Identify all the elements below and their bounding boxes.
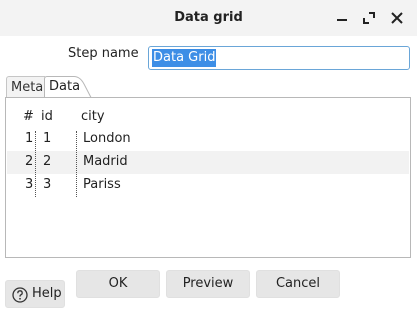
step-name-label: Step name xyxy=(68,46,139,61)
cell-city[interactable]: Madrid xyxy=(83,154,128,169)
column-header-num[interactable]: # xyxy=(23,109,34,124)
help-label: Help xyxy=(32,286,62,301)
help-icon xyxy=(12,287,28,313)
preview-button[interactable]: Preview xyxy=(166,270,250,298)
cell-id[interactable]: 2 xyxy=(43,154,51,169)
data-grid-panel: # id city 1 1 London 2 2 Madrid 3 3 Pari… xyxy=(5,97,411,258)
row-number: 3 xyxy=(25,177,34,192)
table-row[interactable]: 2 2 Madrid xyxy=(7,151,409,174)
maximize-icon[interactable] xyxy=(361,10,377,26)
title-bar: Data grid xyxy=(0,0,417,36)
cancel-button[interactable]: Cancel xyxy=(256,270,340,298)
window-title: Data grid xyxy=(174,10,243,25)
close-icon[interactable] xyxy=(389,10,405,26)
cell-id[interactable]: 3 xyxy=(43,177,51,192)
cell-id[interactable]: 1 xyxy=(43,131,51,146)
table-row[interactable]: 1 1 London xyxy=(7,128,409,151)
ok-button[interactable]: OK xyxy=(76,270,160,298)
tab-meta[interactable]: Meta xyxy=(6,76,46,98)
cell-city[interactable]: Pariss xyxy=(83,177,121,192)
table-row[interactable]: 3 3 Pariss xyxy=(7,174,409,197)
column-header-city[interactable]: city xyxy=(81,109,105,124)
tab-data-label: Data xyxy=(49,79,81,94)
tab-data[interactable]: Data xyxy=(44,76,92,98)
step-name-input[interactable]: Data Grid xyxy=(148,46,410,70)
minimize-icon[interactable] xyxy=(334,10,350,26)
cell-city[interactable]: London xyxy=(83,131,131,146)
column-divider xyxy=(35,131,36,197)
column-divider xyxy=(76,131,77,197)
column-header-id[interactable]: id xyxy=(41,109,53,124)
help-button[interactable]: Help xyxy=(5,280,65,308)
row-number: 2 xyxy=(25,154,34,169)
row-number: 1 xyxy=(25,131,34,146)
step-name-value: Data Grid xyxy=(152,49,217,67)
